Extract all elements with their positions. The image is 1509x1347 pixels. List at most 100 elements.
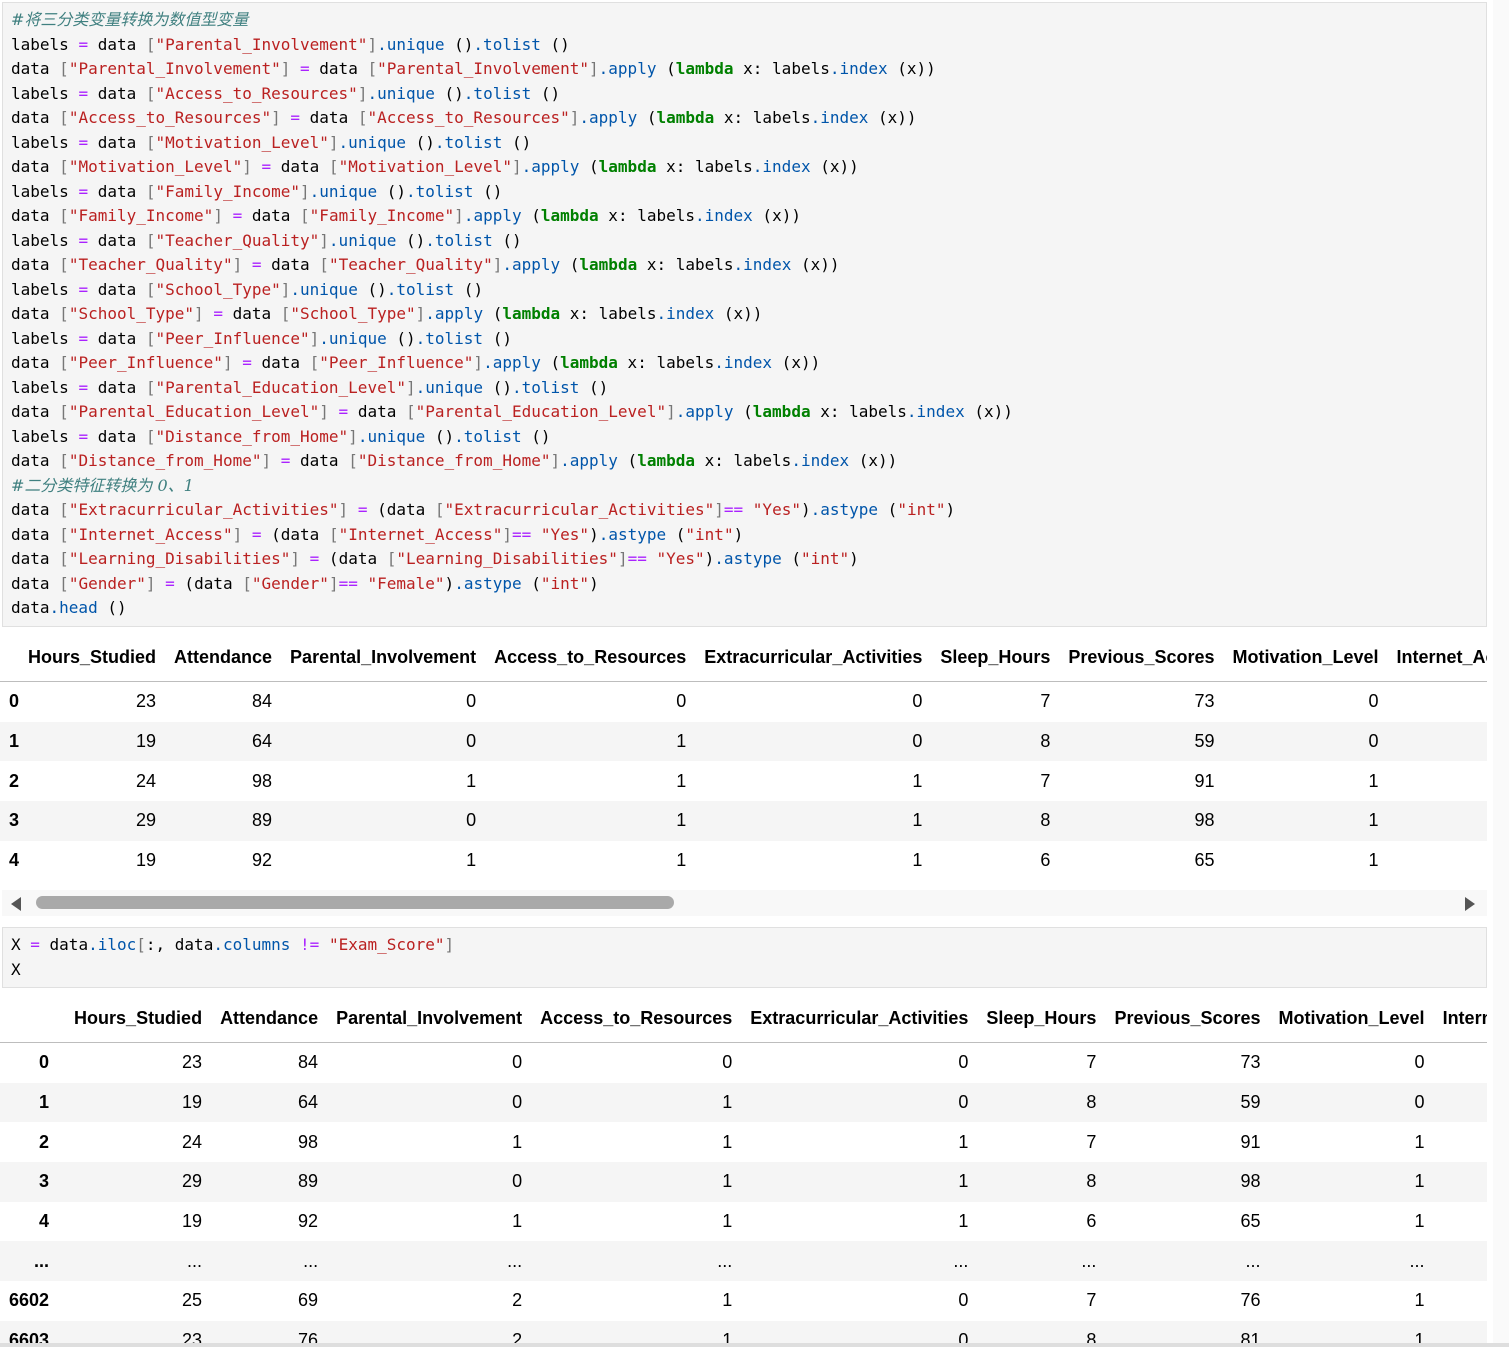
table-cell: 6	[1040, 850, 1051, 871]
code-cell-2[interactable]: X = data.iloc[:, data.columns != "Exam_S…	[2, 927, 1487, 988]
code-token: .unique	[309, 181, 378, 201]
index-header	[0, 995, 66, 1043]
code-token: lambda	[598, 157, 657, 176]
code-token: "Internet_Access"	[68, 524, 233, 544]
row-index: 6602	[9, 1290, 50, 1311]
code-line: labels = data ["School_Type"].unique ().…	[11, 278, 483, 302]
code-token: "Motivation_Level"	[68, 157, 243, 176]
code-token: lambda	[752, 402, 811, 421]
code-token: =	[213, 304, 223, 323]
code-token: labels	[11, 328, 79, 348]
code-token: "Teacher_Quality"	[155, 230, 320, 250]
code-token: data	[251, 353, 310, 372]
code-token: (x))	[772, 353, 821, 372]
code-token: "int"	[540, 573, 590, 593]
table-row: 2 24 98 1 1 1 7 91 1	[0, 761, 1487, 801]
code-token: ==	[511, 524, 532, 544]
code-token: [	[145, 83, 156, 103]
code-line: data ["Distance_from_Home"] = data ["Dis…	[11, 449, 897, 473]
code-token: "Learning_Disabilities"	[396, 549, 618, 568]
code-token: "Yes"	[752, 500, 801, 519]
scroll-right-arrow-icon[interactable]	[1465, 897, 1475, 911]
code-token: data	[11, 157, 60, 176]
code-token: .index	[714, 353, 773, 372]
code-token: ]	[617, 549, 628, 568]
table-row: 0 23 84 0 0 0 7 73 0	[0, 682, 1487, 722]
code-line: data ["Access_to_Resources"] = data ["Ac…	[11, 106, 917, 130]
table-cell: 1	[1414, 1290, 1425, 1311]
code-token: data	[271, 157, 329, 176]
code-token: )	[704, 549, 715, 568]
table-cell: ...	[1081, 1250, 1097, 1271]
code-line: X	[11, 958, 21, 982]
table-cell: 59	[1240, 1092, 1261, 1113]
code-token: .unique	[290, 279, 358, 299]
vertical-scrollbar[interactable]	[1493, 0, 1509, 1347]
code-token: .columns	[213, 935, 291, 954]
table-cell: ...	[1245, 1250, 1261, 1271]
code-token: .tolist	[425, 230, 493, 250]
table-cell: 1	[512, 1131, 523, 1152]
code-token: (x))	[868, 108, 917, 127]
code-token: =	[357, 500, 368, 519]
table-cell: 29	[136, 810, 157, 831]
code-token: [	[145, 426, 156, 446]
code-token: [	[59, 549, 69, 568]
code-token: ()	[473, 181, 503, 201]
code-token: ]	[300, 181, 310, 201]
code-token: (	[666, 524, 686, 544]
code-token: .apply	[425, 304, 484, 323]
code-token: ]	[357, 83, 368, 103]
code-token: data	[88, 83, 146, 103]
code-token: data	[290, 451, 349, 470]
table-cell: 0	[958, 1290, 969, 1311]
code-token: ]	[492, 255, 503, 274]
code-token: "Peer_Influence"	[319, 353, 474, 372]
table-cell: 91	[1240, 1131, 1261, 1152]
table-cell: 76	[1240, 1290, 1261, 1311]
code-token: =	[251, 524, 262, 544]
code-token: lambda	[656, 108, 715, 127]
bottom-divider	[0, 1343, 1509, 1347]
code-token: (data	[174, 573, 243, 593]
code-token: =	[78, 426, 89, 446]
code-token: (	[733, 402, 753, 421]
code-line: labels = data ["Peer_Influence"].unique …	[11, 327, 512, 351]
row-index: 3	[39, 1171, 50, 1192]
code-token: ]	[454, 206, 464, 225]
table-row: ...........................	[0, 1241, 1487, 1282]
column-header: Previous_Scores	[1059, 634, 1224, 682]
code-token: .unique	[319, 328, 387, 348]
code-token: x: labels	[560, 304, 657, 323]
code-token: "Gender"	[251, 573, 329, 593]
row-index: 3	[9, 810, 20, 831]
table-cell: 92	[298, 1211, 319, 1232]
code-token: x: labels	[598, 206, 695, 225]
code-token: ()	[540, 34, 570, 54]
code-token: (x))	[849, 451, 898, 470]
table-cell: 1	[1368, 850, 1379, 871]
code-token: data	[11, 255, 60, 274]
code-token: ==	[627, 549, 647, 568]
horizontal-scrollbar[interactable]	[2, 890, 1487, 916]
code-token: [	[136, 935, 146, 954]
table-cell: 73	[1240, 1052, 1261, 1073]
code-token: [	[59, 255, 69, 274]
table-cell: 1	[512, 1211, 523, 1232]
table-cell: 81	[1240, 1330, 1261, 1345]
code-token: "Access_to_Resources"	[155, 83, 358, 103]
code-token: "Exam_Score"	[328, 935, 445, 954]
code-line: data ["Learning_Disabilities"] = (data […	[11, 547, 859, 571]
code-token: "Teacher_Quality"	[328, 255, 493, 274]
code-token: ()	[357, 279, 387, 299]
code-token: (	[560, 255, 580, 274]
scrollbar-thumb[interactable]	[36, 896, 674, 909]
code-cell-1[interactable]: #将三分类变量转换为数值型变量 labels = data ["Parental_…	[2, 2, 1487, 627]
code-token: x: labels	[694, 451, 792, 470]
code-token: (	[656, 59, 676, 78]
code-token: "Peer_Influence"	[155, 328, 310, 348]
scroll-left-arrow-icon[interactable]	[11, 897, 21, 911]
code-token: =	[300, 59, 310, 78]
